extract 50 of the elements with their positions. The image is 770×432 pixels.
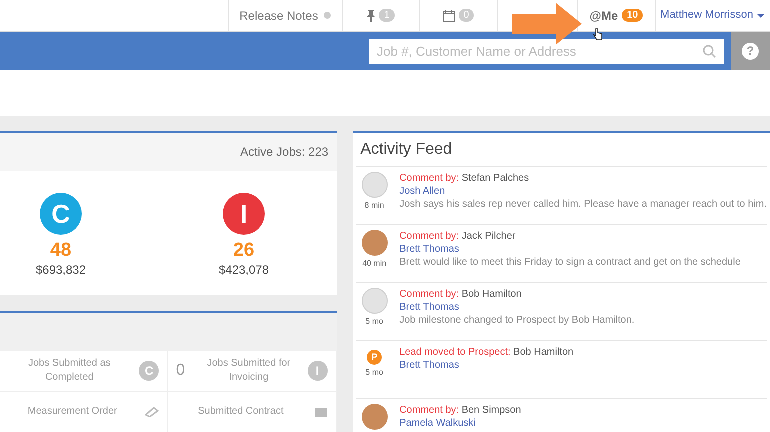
customer-link[interactable]: Brett Thomas [400,301,635,314]
feed-title: Activity Feed [360,140,452,160]
mentions-label: @Me [590,8,618,24]
pin-icon [367,10,376,22]
prospect-badge: P [367,350,382,365]
document-icon [314,407,328,417]
submission-label: Measurement Order [26,405,118,419]
search-icon [703,44,716,58]
status-letter-icon: I [308,361,328,381]
feed-message: Brett would like to meet this Friday to sign a contract and get on the schedule [400,256,741,269]
customer-link[interactable]: Josh Allen [400,185,767,198]
time-ago: 40 min [362,258,387,270]
feed-heading: Comment by: Jack Pilcher [400,230,517,243]
customer-link[interactable]: Brett Thomas [400,359,574,372]
customer-link[interactable]: Brett Thomas [400,243,741,256]
mentions-count: 10 [622,9,644,22]
feed-heading: Lead moved to Prospect: Bob Hamilton [400,346,574,359]
submission-label: Submitted Contract [197,405,285,419]
user-menu[interactable]: Matthew Morrisson [655,0,770,31]
avatar-placeholder [362,172,388,198]
feed-heading: Comment by: Bob Hamilton [400,288,523,301]
calendar-icon [442,10,455,22]
customer-link[interactable]: Pamela Walkuski [400,417,522,430]
photo-placeholder [362,230,388,256]
time-ago: 5 mo [366,367,384,379]
status-letter-icon: C [139,361,160,381]
time-ago: 5 mo [366,316,384,328]
submission-label: Jobs Submitted as Completed [28,357,112,385]
photo-placeholder [362,404,388,430]
active-jobs-count: Active Jobs: 223 [240,144,329,161]
avatar-placeholder [362,288,388,314]
status-letter-icon: I [223,193,265,235]
feed-heading: Comment by: Stefan Palches [400,172,530,185]
caret-icon [757,14,766,18]
status-letter-icon: C [40,193,82,235]
feed-message: Josh says his sales rep never called him. Please have a manager reach out to him. [400,198,767,211]
job-amount: $423,078 [218,262,270,279]
submission-count: 0 [176,361,186,381]
job-count: 26 [233,241,255,261]
feed-heading: Comment by: Ben Simpson [400,404,522,417]
time-ago: 8 min [364,200,384,212]
job-amount: $693,832 [36,262,86,279]
search-field[interactable]: Job #, Customer Name or Address [369,38,724,64]
feed-message: Job milestone changed to Prospect by Bob Hamilton. [400,314,635,327]
release-notes-link[interactable]: Release Notes [228,0,342,31]
submission-label: Jobs Submitted for Invoicing [206,357,292,385]
help-icon: ? [742,42,759,60]
arrow-icon [512,3,582,45]
ruler-icon [145,407,160,417]
job-count: 48 [50,241,72,261]
